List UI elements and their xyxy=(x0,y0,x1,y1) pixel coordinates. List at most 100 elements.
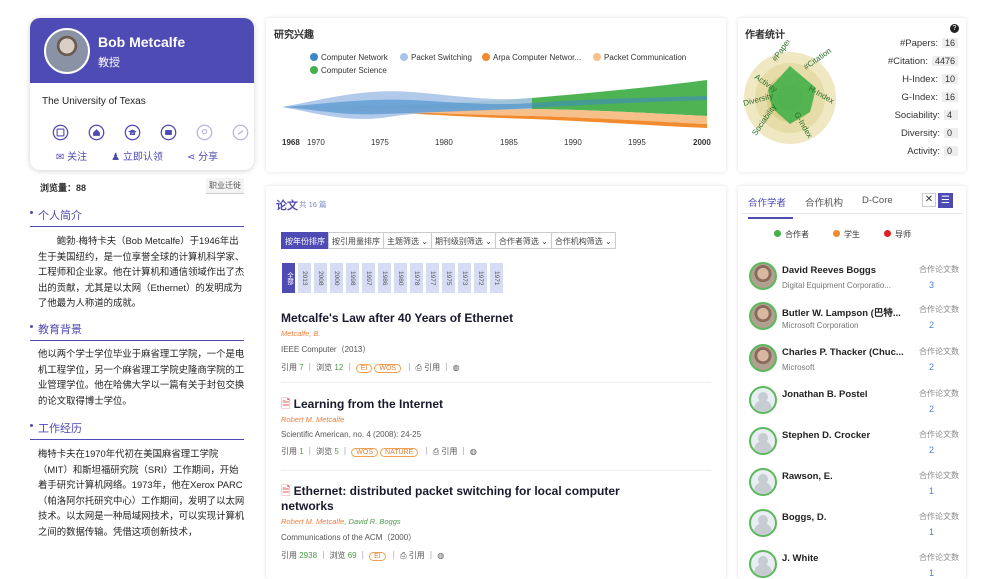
graduation-icon[interactable] xyxy=(118,118,146,146)
coauthor-count-label: 合作论文数 xyxy=(919,265,959,274)
coauthor-item[interactable]: Rawson, E. 合作论文数 1 xyxy=(749,468,959,506)
year-filter-item[interactable]: 1986 xyxy=(378,263,391,293)
year-filter-item[interactable]: 1978 xyxy=(410,263,423,293)
coauthor-count[interactable]: 1 xyxy=(929,527,934,537)
tab-coauthors[interactable]: 合作学者 xyxy=(748,195,794,219)
paper-venue: IEEE Computer（2013） xyxy=(281,345,371,354)
link-icon[interactable] xyxy=(226,118,254,146)
author-name: Bob Metcalfe xyxy=(98,34,186,50)
year-filter-item[interactable]: 1980 xyxy=(394,263,407,293)
help-icon[interactable]: ? xyxy=(950,24,959,33)
home-icon[interactable] xyxy=(82,118,110,146)
affiliation: The University of Texas xyxy=(42,96,146,107)
year-filter-item[interactable]: 2008 xyxy=(314,263,327,293)
year-tick: 1968 xyxy=(282,138,300,147)
year-filter-item[interactable]: 1972 xyxy=(474,263,487,293)
coauthor-count[interactable]: 3 xyxy=(929,280,934,290)
year-filter-item[interactable]: 2013 xyxy=(298,263,311,293)
year-filter-item[interactable]: 1975 xyxy=(442,263,455,293)
coauthor-name[interactable]: Charles P. Thacker (Chuc... xyxy=(782,347,906,358)
paper-venue: Scientific American, no. 4 (2008): 24-25 xyxy=(281,430,422,439)
coauthor-name[interactable]: Jonathan B. Postel xyxy=(782,389,906,400)
radar-chart: #Papers #Citation H-Index G-Index Sociab… xyxy=(742,40,836,144)
career-migration-button[interactable]: 职业迁徙 xyxy=(206,178,244,194)
share-button[interactable]: ⋖ 分享 xyxy=(187,148,218,163)
coauthor-count[interactable]: 2 xyxy=(929,445,934,455)
index-tag: EI xyxy=(355,364,373,373)
coauthor-filter-dropdown[interactable]: 合作者筛选 ⌄ xyxy=(494,232,552,249)
year-filter-item[interactable]: 2000 xyxy=(330,263,343,293)
coauthor-item[interactable]: Jonathan B. Postel 合作论文数 2 xyxy=(749,386,959,424)
paper-item: Metcalfe's Law after 40 Years of Etherne… xyxy=(281,311,711,373)
follow-button[interactable]: ✉ 关注 xyxy=(56,148,87,163)
coauthor-name[interactable]: J. White xyxy=(782,553,906,564)
cite-button[interactable]: ⎙ 引用 xyxy=(433,447,458,456)
paper-authors[interactable]: Robert M. Metcalfe xyxy=(281,415,711,424)
year-filter-item[interactable]: 1998 xyxy=(346,263,359,293)
venue-level-filter-dropdown[interactable]: 期刊级别筛选 ⌄ xyxy=(430,232,496,249)
person-icon: ♟ xyxy=(111,152,123,163)
coauthor-item[interactable]: J. White 合作论文数 1 xyxy=(749,550,959,579)
globe-icon[interactable]: ◍ xyxy=(437,551,444,560)
paper-authors[interactable]: Robert M. Metcalfe, David R. Boggs xyxy=(281,517,711,526)
index-tag: NATURE xyxy=(380,448,419,457)
section-heading-bio: 个人简介 xyxy=(30,207,244,227)
paper-title[interactable]: Metcalfe's Law after 40 Years of Etherne… xyxy=(281,311,711,326)
legend-item[interactable]: Packet Switching xyxy=(400,53,472,62)
paper-title[interactable]: 🗎 Learning from the Internet xyxy=(281,397,711,412)
cite-button[interactable]: ⎙ 引用 xyxy=(416,363,441,372)
stat-g-index: G-Index: 16 xyxy=(840,92,958,103)
avatar xyxy=(749,427,777,455)
year-filter-item[interactable]: 1997 xyxy=(362,263,375,293)
coauthor-count[interactable]: 2 xyxy=(929,362,934,372)
coauthor-count[interactable]: 2 xyxy=(929,320,934,330)
index-tag: WOS xyxy=(374,364,402,373)
legend-item[interactable]: Computer Science xyxy=(310,66,387,75)
coauthor-item[interactable]: Charles P. Thacker (Chuc... Microsoft 合作论文… xyxy=(749,344,959,382)
year-filter-item[interactable]: 1973 xyxy=(458,263,471,293)
sort-by-year-button[interactable]: 按年份排序 xyxy=(281,232,329,249)
stat-papers: #Papers: 16 xyxy=(840,38,958,49)
portrait-icon[interactable] xyxy=(46,118,74,146)
coauthor-item[interactable]: Stephen D. Crocker 合作论文数 2 xyxy=(749,427,959,465)
share-icon: ⋖ xyxy=(186,152,199,163)
cite-button[interactable]: ⎙ 引用 xyxy=(400,551,425,560)
coauthor-count[interactable]: 1 xyxy=(929,486,934,496)
coauthor-count[interactable]: 2 xyxy=(929,404,934,414)
year-filter-all[interactable]: 全部 xyxy=(282,263,295,293)
graph-view-icon[interactable]: ✕ xyxy=(922,193,936,207)
year-filter-item[interactable]: 1977 xyxy=(426,263,439,293)
location-icon[interactable] xyxy=(190,118,218,146)
tab-coorgs[interactable]: 合作机构 xyxy=(805,195,850,219)
org-filter-dropdown[interactable]: 合作机构筛选 ⌄ xyxy=(550,232,616,249)
year-tick: 1995 xyxy=(628,138,646,147)
paper-authors[interactable]: Metcalfe, B. xyxy=(281,329,711,338)
coauthor-item[interactable]: Boggs, D. 合作论文数 1 xyxy=(749,509,959,547)
legend-item[interactable]: Computer Network xyxy=(310,53,388,62)
avatar xyxy=(749,386,777,414)
email-icon[interactable] xyxy=(154,118,182,146)
legend-item[interactable]: Arpa Computer Networ... xyxy=(482,53,581,62)
coauthor-name[interactable]: Butler W. Lampson (巴特... xyxy=(782,305,906,319)
coauthor-name[interactable]: David Reeves Boggs xyxy=(782,265,906,276)
coauthor-item[interactable]: David Reeves Boggs Digital Equipment Corp… xyxy=(749,262,959,300)
coauthor-count-label: 合作论文数 xyxy=(919,553,959,562)
legend-item[interactable]: Packet Communication xyxy=(593,53,686,62)
claim-button[interactable]: ♟ 立即认领 xyxy=(111,148,163,163)
coauthor-name[interactable]: Rawson, E. xyxy=(782,471,906,482)
coauthor-item[interactable]: Butler W. Lampson (巴特... Microsoft Corpor… xyxy=(749,302,959,340)
coauthor-count[interactable]: 1 xyxy=(929,568,934,578)
research-interest-title: 研究兴趣 xyxy=(274,30,314,41)
list-view-icon[interactable]: ☰ xyxy=(938,193,953,208)
coauthor-name[interactable]: Stephen D. Crocker xyxy=(782,430,906,441)
tab-dcore[interactable]: D-Core xyxy=(862,195,900,219)
globe-icon[interactable]: ◍ xyxy=(453,363,460,372)
sort-by-citation-button[interactable]: 按引用量排序 xyxy=(328,232,384,249)
year-filter-item[interactable]: 1971 xyxy=(490,263,503,293)
author-title: 教授 xyxy=(98,57,120,69)
paper-title[interactable]: 🗎 Ethernet: distributed packet switching … xyxy=(281,484,641,514)
avatar xyxy=(749,302,777,330)
topic-filter-dropdown[interactable]: 主题筛选 ⌄ xyxy=(383,232,432,249)
coauthor-name[interactable]: Boggs, D. xyxy=(782,512,906,523)
globe-icon[interactable]: ◍ xyxy=(470,447,477,456)
